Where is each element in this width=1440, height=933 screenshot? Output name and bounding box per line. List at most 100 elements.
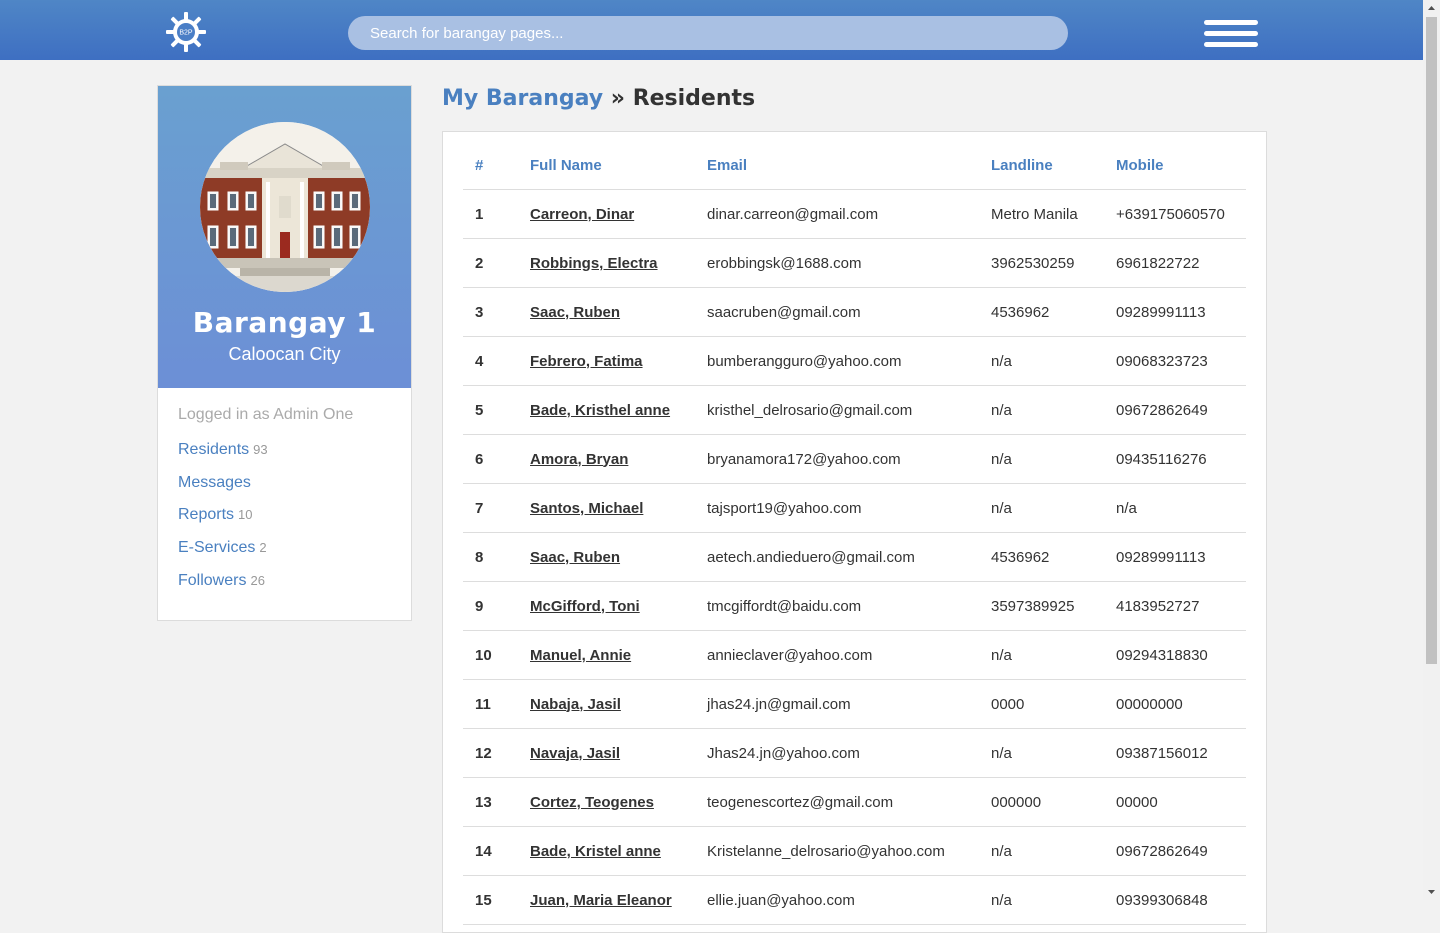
- column-header-full-name: Full Name: [518, 141, 695, 190]
- resident-name-link[interactable]: Navaja, Jasil: [530, 745, 620, 762]
- table-row: 6 Amora, Bryan bryanamora172@yahoo.com n…: [463, 434, 1246, 484]
- resident-name-link[interactable]: McGifford, Toni: [530, 598, 640, 615]
- scrollbar-thumb[interactable]: [1426, 17, 1437, 664]
- row-number: 13: [463, 777, 518, 827]
- gear-logo-icon[interactable]: B2P: [165, 11, 207, 53]
- sidebar-item-followers: Followers 26: [178, 569, 268, 602]
- sidebar-item-reports: Reports 10: [178, 503, 268, 536]
- row-number: 6: [463, 434, 518, 484]
- hamburger-menu-icon[interactable]: [1204, 20, 1258, 48]
- residents-table-body: 1 Carreon, Dinar dinar.carreon@gmail.com…: [463, 189, 1246, 925]
- resident-name-link[interactable]: Manuel, Annie: [530, 647, 631, 664]
- resident-name-link[interactable]: Amora, Bryan: [530, 451, 628, 468]
- table-row: 11 Nabaja, Jasil jhas24.jn@gmail.com 000…: [463, 679, 1246, 729]
- mobile-cell: +639175060570: [1104, 189, 1246, 239]
- email-cell: ellie.juan@yahoo.com: [695, 875, 979, 925]
- barangay-city: Caloocan City: [228, 344, 341, 364]
- email-cell: jhas24.jn@gmail.com: [695, 679, 979, 729]
- name-cell: Carreon, Dinar: [518, 189, 695, 239]
- resident-name-link[interactable]: Saac, Ruben: [530, 304, 620, 321]
- email-cell: bryanamora172@yahoo.com: [695, 434, 979, 484]
- row-number: 1: [463, 189, 518, 239]
- mobile-cell: 09289991113: [1104, 532, 1246, 582]
- table-row: 4 Febrero, Fatima bumberangguro@yahoo.co…: [463, 336, 1246, 386]
- resident-name-link[interactable]: Febrero, Fatima: [530, 353, 643, 370]
- mobile-cell: 09672862649: [1104, 385, 1246, 435]
- column-header-landline: Landline: [979, 141, 1104, 190]
- table-row: 5 Bade, Kristhel anne kristhel_delrosari…: [463, 385, 1246, 435]
- resident-name-link[interactable]: Carreon, Dinar: [530, 206, 634, 223]
- table-row: 3 Saac, Ruben saacruben@gmail.com 453696…: [463, 287, 1246, 337]
- table-row: 2 Robbings, Electra erobbingsk@1688.com …: [463, 238, 1246, 288]
- table-header-row: # Full Name Email Landline Mobile: [463, 141, 1246, 190]
- email-cell: Jhas24.jn@yahoo.com: [695, 728, 979, 778]
- mobile-cell: 09289991113: [1104, 287, 1246, 337]
- breadcrumb: My Barangay » Residents: [442, 86, 755, 111]
- page-title: Residents: [632, 86, 756, 111]
- resident-name-link[interactable]: Santos, Michael: [530, 500, 643, 517]
- name-cell: Saac, Ruben: [518, 532, 695, 582]
- landline-cell: n/a: [979, 385, 1104, 435]
- name-cell: Bade, Kristhel anne: [518, 385, 695, 435]
- row-number: 4: [463, 336, 518, 386]
- sidebar-link-followers[interactable]: Followers: [178, 572, 246, 589]
- vertical-scrollbar[interactable]: [1423, 0, 1440, 900]
- landline-cell: n/a: [979, 483, 1104, 533]
- row-number: 8: [463, 532, 518, 582]
- row-number: 5: [463, 385, 518, 435]
- sidebar-link-e-services[interactable]: E-Services: [178, 539, 255, 556]
- email-cell: aetech.andieduero@gmail.com: [695, 532, 979, 582]
- breadcrumb-my-barangay-link[interactable]: My Barangay: [442, 86, 603, 111]
- sidebar-link-residents[interactable]: Residents: [178, 441, 249, 458]
- table-row: 14 Bade, Kristel anne Kristelanne_delros…: [463, 826, 1246, 876]
- residents-panel: # Full Name Email Landline Mobile 1 Carr…: [442, 131, 1267, 933]
- resident-name-link[interactable]: Robbings, Electra: [530, 255, 658, 272]
- name-cell: McGifford, Toni: [518, 581, 695, 631]
- email-cell: erobbingsk@1688.com: [695, 238, 979, 288]
- resident-name-link[interactable]: Nabaja, Jasil: [530, 696, 621, 713]
- column-header-number: #: [463, 141, 518, 190]
- column-header-email: Email: [695, 141, 979, 190]
- name-cell: Saac, Ruben: [518, 287, 695, 337]
- hamburger-line: [1204, 31, 1258, 36]
- scroll-up-arrow-icon[interactable]: [1423, 0, 1440, 17]
- sidebar-link-reports[interactable]: Reports: [178, 506, 234, 523]
- residents-table: # Full Name Email Landline Mobile 1 Carr…: [463, 141, 1246, 925]
- resident-name-link[interactable]: Cortez, Teogenes: [530, 794, 654, 811]
- resident-name-link[interactable]: Bade, Kristhel anne: [530, 402, 670, 419]
- search-input[interactable]: [348, 16, 1068, 50]
- row-number: 15: [463, 875, 518, 925]
- resident-name-link[interactable]: Juan, Maria Eleanor: [530, 892, 672, 909]
- name-cell: Juan, Maria Eleanor: [518, 875, 695, 925]
- sidebar-link-messages[interactable]: Messages: [178, 474, 251, 491]
- breadcrumb-separator: »: [610, 86, 626, 111]
- row-number: 12: [463, 728, 518, 778]
- name-cell: Febrero, Fatima: [518, 336, 695, 386]
- email-cell: tmcgiffordt@baidu.com: [695, 581, 979, 631]
- resident-name-link[interactable]: Saac, Ruben: [530, 549, 620, 566]
- mobile-cell: 09399306848: [1104, 875, 1246, 925]
- sidebar: Barangay 1 Caloocan City Logged in as Ad…: [157, 85, 412, 621]
- mobile-cell: 09294318830: [1104, 630, 1246, 680]
- table-row: 10 Manuel, Annie annieclaver@yahoo.com n…: [463, 630, 1246, 680]
- name-cell: Bade, Kristel anne: [518, 826, 695, 876]
- reports-count: 10: [238, 507, 253, 523]
- hamburger-line: [1204, 42, 1258, 47]
- column-header-mobile: Mobile: [1104, 141, 1246, 190]
- landline-cell: 000000: [979, 777, 1104, 827]
- followers-count: 26: [250, 572, 265, 588]
- sidebar-item-e-services: E-Services 2: [178, 536, 268, 569]
- landline-cell: 0000: [979, 679, 1104, 729]
- table-row: 13 Cortez, Teogenes teogenescortez@gmail…: [463, 777, 1246, 827]
- sidebar-menu: Residents 93 Messages Reports 10 E-Service…: [178, 438, 268, 601]
- name-cell: Cortez, Teogenes: [518, 777, 695, 827]
- row-number: 14: [463, 826, 518, 876]
- email-cell: Kristelanne_delrosario@yahoo.com: [695, 826, 979, 876]
- landline-cell: 4536962: [979, 532, 1104, 582]
- barangay-avatar[interactable]: [200, 122, 370, 292]
- row-number: 11: [463, 679, 518, 729]
- scroll-down-arrow-icon[interactable]: [1423, 883, 1440, 900]
- name-cell: Santos, Michael: [518, 483, 695, 533]
- resident-name-link[interactable]: Bade, Kristel anne: [530, 843, 661, 860]
- mobile-cell: 4183952727: [1104, 581, 1246, 631]
